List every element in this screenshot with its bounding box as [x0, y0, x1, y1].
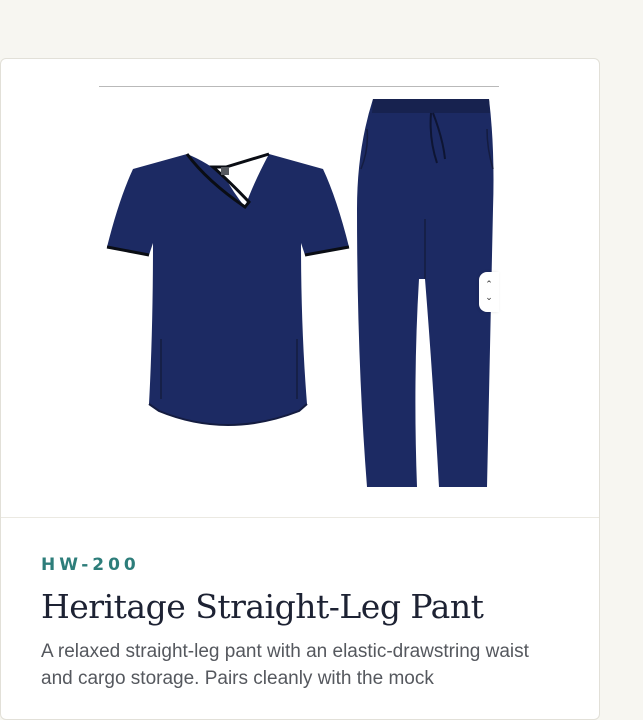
product-image[interactable]: [1, 59, 599, 517]
scrub-top: [106, 152, 350, 426]
product-title[interactable]: Heritage Straight-Leg Pant: [41, 587, 571, 626]
chevron-down-icon[interactable]: ⌄: [485, 294, 493, 303]
product-info: HW-200 Heritage Straight-Leg Pant A rela…: [41, 555, 571, 692]
scrub-pant: [357, 99, 494, 487]
chevron-up-icon[interactable]: ⌃: [485, 281, 493, 290]
product-card[interactable]: ⌃ ⌄ HW-200 Heritage Straight-Leg Pant A …: [0, 58, 600, 720]
product-image-area[interactable]: ⌃ ⌄: [1, 59, 599, 518]
gallery-scroll-control[interactable]: ⌃ ⌄: [479, 272, 499, 312]
product-description: A relaxed straight-leg pant with an elas…: [41, 641, 529, 689]
product-sku: HW-200: [41, 555, 140, 575]
